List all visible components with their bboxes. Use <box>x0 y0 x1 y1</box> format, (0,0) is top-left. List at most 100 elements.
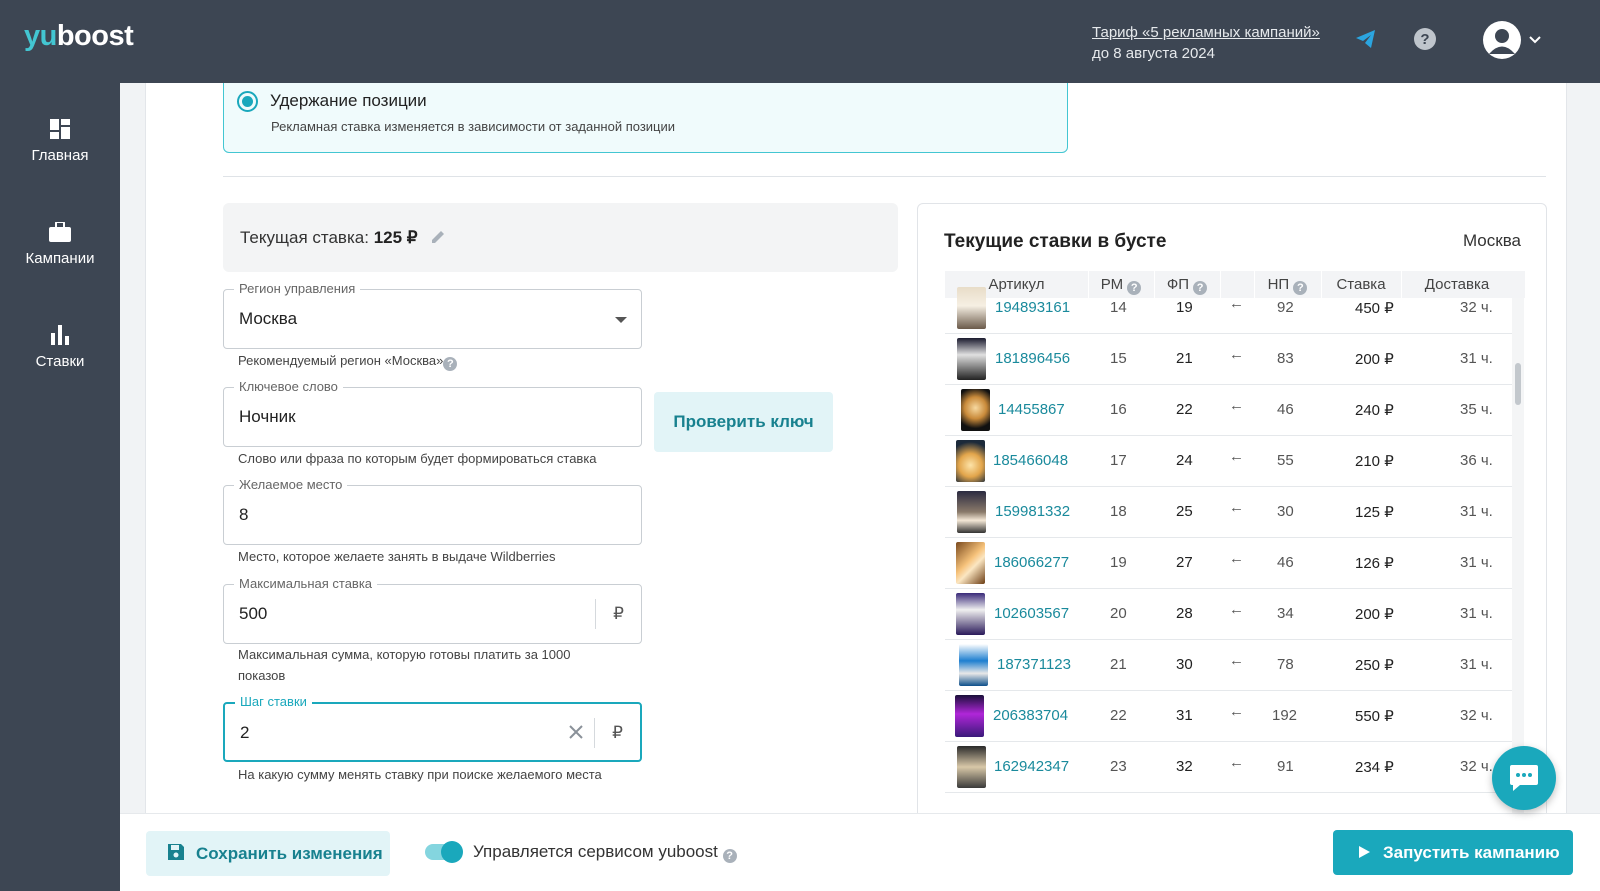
table-row[interactable]: 102603567 20 28 ← 34 200 ₽ 31 ч. <box>945 589 1512 640</box>
strategy-option-hold-position[interactable]: Удержание позиции Рекламная ставка измен… <box>223 83 1068 153</box>
panel-title: Текущие ставки в бусте <box>944 231 1167 252</box>
campaign-settings-card: Удержание позиции Рекламная ставка измен… <box>145 83 1567 813</box>
table-row[interactable]: 181896456 15 21 ← 83 200 ₽ 31 ч. <box>945 334 1512 385</box>
product-thumbnail <box>957 491 986 533</box>
svg-text:?: ? <box>1420 31 1429 48</box>
dropdown-arrow-icon <box>615 317 627 323</box>
divider <box>223 176 1546 177</box>
product-thumbnail <box>956 440 985 482</box>
product-thumbnail <box>957 338 986 380</box>
save-label: Сохранить изменения <box>196 844 383 863</box>
main-content: Удержание позиции Рекламная ставка измен… <box>120 83 1600 813</box>
help-icon[interactable]: ? <box>1413 27 1441 55</box>
telegram-icon[interactable] <box>1354 27 1382 55</box>
arrow-left-icon: ← <box>1229 703 1244 720</box>
sidebar-item-label: Кампании <box>25 250 95 267</box>
sidebar: Главная Кампании Ставки <box>0 83 120 891</box>
sidebar-item-label: Главная <box>31 147 89 164</box>
arrow-left-icon: ← <box>1229 397 1244 414</box>
place-help: Место, которое желаете занять в выдаче W… <box>238 549 556 564</box>
chat-button[interactable] <box>1492 746 1556 810</box>
clear-icon[interactable] <box>568 724 584 745</box>
product-thumbnail <box>959 644 988 686</box>
product-thumbnail <box>957 287 986 329</box>
sidebar-item-campaigns[interactable]: Кампании <box>0 222 120 267</box>
strategy-title: Удержание позиции <box>270 91 427 110</box>
managed-toggle[interactable] <box>425 841 463 863</box>
arrow-left-icon: ← <box>1229 601 1244 618</box>
scrollbar[interactable] <box>1512 298 1524 813</box>
launch-campaign-button[interactable]: Запустить кампанию <box>1333 830 1573 875</box>
tariff-link[interactable]: Тариф «5 рекламных кампаний» <box>1092 22 1320 43</box>
keyword-help: Слово или фраза по которым будет формиро… <box>238 451 597 466</box>
product-thumbnail <box>957 746 986 788</box>
article-link[interactable]: 162942347 <box>994 758 1069 775</box>
region-select[interactable]: Регион управления Москва <box>223 281 642 349</box>
product-thumbnail <box>956 593 985 635</box>
tariff-info: Тариф «5 рекламных кампаний» до 8 август… <box>1092 22 1320 64</box>
keyword-input[interactable]: Ключевое слово Ночник <box>223 379 642 447</box>
scrollbar-thumb[interactable] <box>1515 363 1521 405</box>
chat-icon <box>1510 765 1538 791</box>
logo[interactable]: yuboost <box>24 20 134 53</box>
sidebar-item-rates[interactable]: Ставки <box>0 325 120 370</box>
top-bar: yuboost Тариф «5 рекламных кампаний» до … <box>0 0 1600 83</box>
article-link[interactable]: 159981332 <box>995 503 1070 520</box>
max-rate-value: 500 <box>239 604 268 623</box>
article-link[interactable]: 186066277 <box>994 554 1069 571</box>
table-row[interactable]: 206383704 22 31 ← 192 550 ₽ 32 ч. <box>945 691 1512 742</box>
desired-place-input[interactable]: Желаемое место 8 <box>223 477 642 545</box>
region-help: Рекомендуемый регион «Москва»? <box>238 350 618 371</box>
bottom-action-bar: Сохранить изменения Управляется сервисом… <box>120 813 1600 891</box>
check-key-button[interactable]: Проверить ключ <box>654 392 833 452</box>
max-rate-input[interactable]: Максимальная ставка 500 ₽ <box>223 576 642 644</box>
dashboard-icon <box>50 119 70 139</box>
arrow-left-icon: ← <box>1229 448 1244 465</box>
radio-selected[interactable] <box>237 91 258 112</box>
article-link[interactable]: 185466048 <box>993 452 1068 469</box>
user-icon[interactable] <box>1483 21 1521 59</box>
table-row[interactable]: 194893161 14 19 ← 92 450 ₽ 32 ч. <box>945 283 1512 334</box>
article-link[interactable]: 187371123 <box>997 656 1071 673</box>
step-label: Шаг ставки <box>235 694 312 709</box>
save-button[interactable]: Сохранить изменения <box>146 831 390 876</box>
play-icon <box>1359 846 1370 858</box>
step-help: На какую сумму менять ставку при поиске … <box>238 767 602 782</box>
arrow-left-icon: ← <box>1229 499 1244 516</box>
sidebar-item-label: Ставки <box>35 353 85 370</box>
article-link[interactable]: 102603567 <box>994 605 1069 622</box>
panel-city: Москва <box>1462 231 1521 250</box>
currency-label: ₽ <box>594 718 640 748</box>
max-rate-label: Максимальная ставка <box>234 576 378 591</box>
table-row[interactable]: 186066277 19 27 ← 46 126 ₽ 31 ч. <box>945 538 1512 589</box>
save-icon <box>168 844 184 860</box>
strategy-description: Рекламная ставка изменяется в зависимост… <box>271 119 676 134</box>
article-link[interactable]: 14455867 <box>998 401 1065 418</box>
table-row[interactable]: 185466048 17 24 ← 55 210 ₽ 36 ч. <box>945 436 1512 487</box>
table-row[interactable]: 14455867 16 22 ← 46 240 ₽ 35 ч. <box>945 385 1512 436</box>
bar-chart-icon <box>51 325 69 345</box>
place-label: Желаемое место <box>234 477 348 492</box>
arrow-left-icon: ← <box>1229 295 1244 312</box>
boost-rates-panel: Текущие ставки в бусте Москва Артикул РМ… <box>917 203 1547 813</box>
arrow-left-icon: ← <box>1229 652 1244 669</box>
sidebar-item-home[interactable]: Главная <box>0 119 120 164</box>
help-icon[interactable]: ? <box>722 849 737 863</box>
region-value: Москва <box>239 309 298 328</box>
currency-label: ₽ <box>595 599 641 629</box>
table-row[interactable]: 187371123 21 30 ← 78 250 ₽ 31 ч. <box>945 640 1512 691</box>
briefcase-icon <box>49 222 71 242</box>
keyword-value: Ночник <box>239 407 296 426</box>
rate-step-input[interactable]: Шаг ставки 2 ₽ <box>223 694 642 762</box>
table-row[interactable]: 162942347 23 32 ← 91 234 ₽ 32 ч. <box>945 742 1512 793</box>
article-link[interactable]: 206383704 <box>993 707 1068 724</box>
edit-icon[interactable] <box>430 229 446 245</box>
chevron-down-icon[interactable] <box>1528 33 1542 52</box>
current-rate-box: Текущая ставка: 125 ₽ <box>223 203 898 272</box>
article-link[interactable]: 194893161 <box>995 299 1070 316</box>
table-row[interactable]: 159981332 18 25 ← 30 125 ₽ 31 ч. <box>945 487 1512 538</box>
arrow-left-icon: ← <box>1229 346 1244 363</box>
article-link[interactable]: 181896456 <box>995 350 1070 367</box>
arrow-left-icon: ← <box>1229 754 1244 771</box>
help-icon[interactable]: ? <box>443 357 458 371</box>
